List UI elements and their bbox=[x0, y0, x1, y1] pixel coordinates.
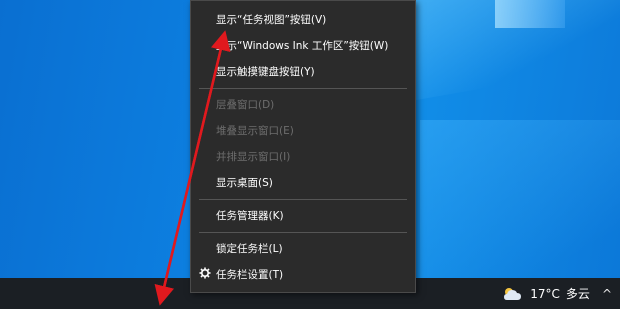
wallpaper-light-lower bbox=[420, 120, 620, 278]
menu-item-show-task-view-button[interactable]: 显示“任务视图”按钮(V) bbox=[191, 6, 415, 32]
menu-separator bbox=[199, 232, 407, 233]
chevron-up-icon[interactable]: ^ bbox=[602, 287, 612, 301]
menu-separator bbox=[199, 199, 407, 200]
menu-item-show-desktop[interactable]: 显示桌面(S) bbox=[191, 169, 415, 195]
menu-item-show-windows-ink-button[interactable]: 显示“Windows Ink 工作区”按钮(W) bbox=[191, 32, 415, 58]
system-tray: 17°C 多云 ^ bbox=[502, 278, 620, 309]
menu-item-cascade-windows: 层叠窗口(D) bbox=[216, 98, 275, 111]
menu-item-taskbar-settings[interactable]: 任务栏设置(T) bbox=[191, 261, 415, 287]
menu-item-side-by-side-windows: 并排显示窗口(I) bbox=[216, 150, 291, 163]
menu-item-task-manager[interactable]: 任务管理器(K) bbox=[191, 202, 415, 228]
gear-icon bbox=[199, 267, 211, 279]
menu-item-stack-windows: 堆叠显示窗口(E) bbox=[216, 124, 294, 137]
weather-condition-label[interactable]: 多云 bbox=[566, 285, 590, 302]
menu-item-lock-taskbar[interactable]: 锁定任务栏(L) bbox=[191, 235, 415, 261]
taskbar-context-menu: 显示“任务视图”按钮(V) 显示“Windows Ink 工作区”按钮(W) 显… bbox=[190, 0, 416, 293]
menu-separator bbox=[199, 88, 407, 89]
cloud-sun-icon[interactable] bbox=[502, 286, 524, 302]
menu-item-show-touch-keyboard-button[interactable]: 显示触摸键盘按钮(Y) bbox=[191, 58, 415, 84]
temperature-label[interactable]: 17°C bbox=[530, 287, 560, 301]
menu-item-label: 任务栏设置(T) bbox=[216, 268, 284, 281]
wallpaper-window-pane bbox=[495, 0, 565, 28]
